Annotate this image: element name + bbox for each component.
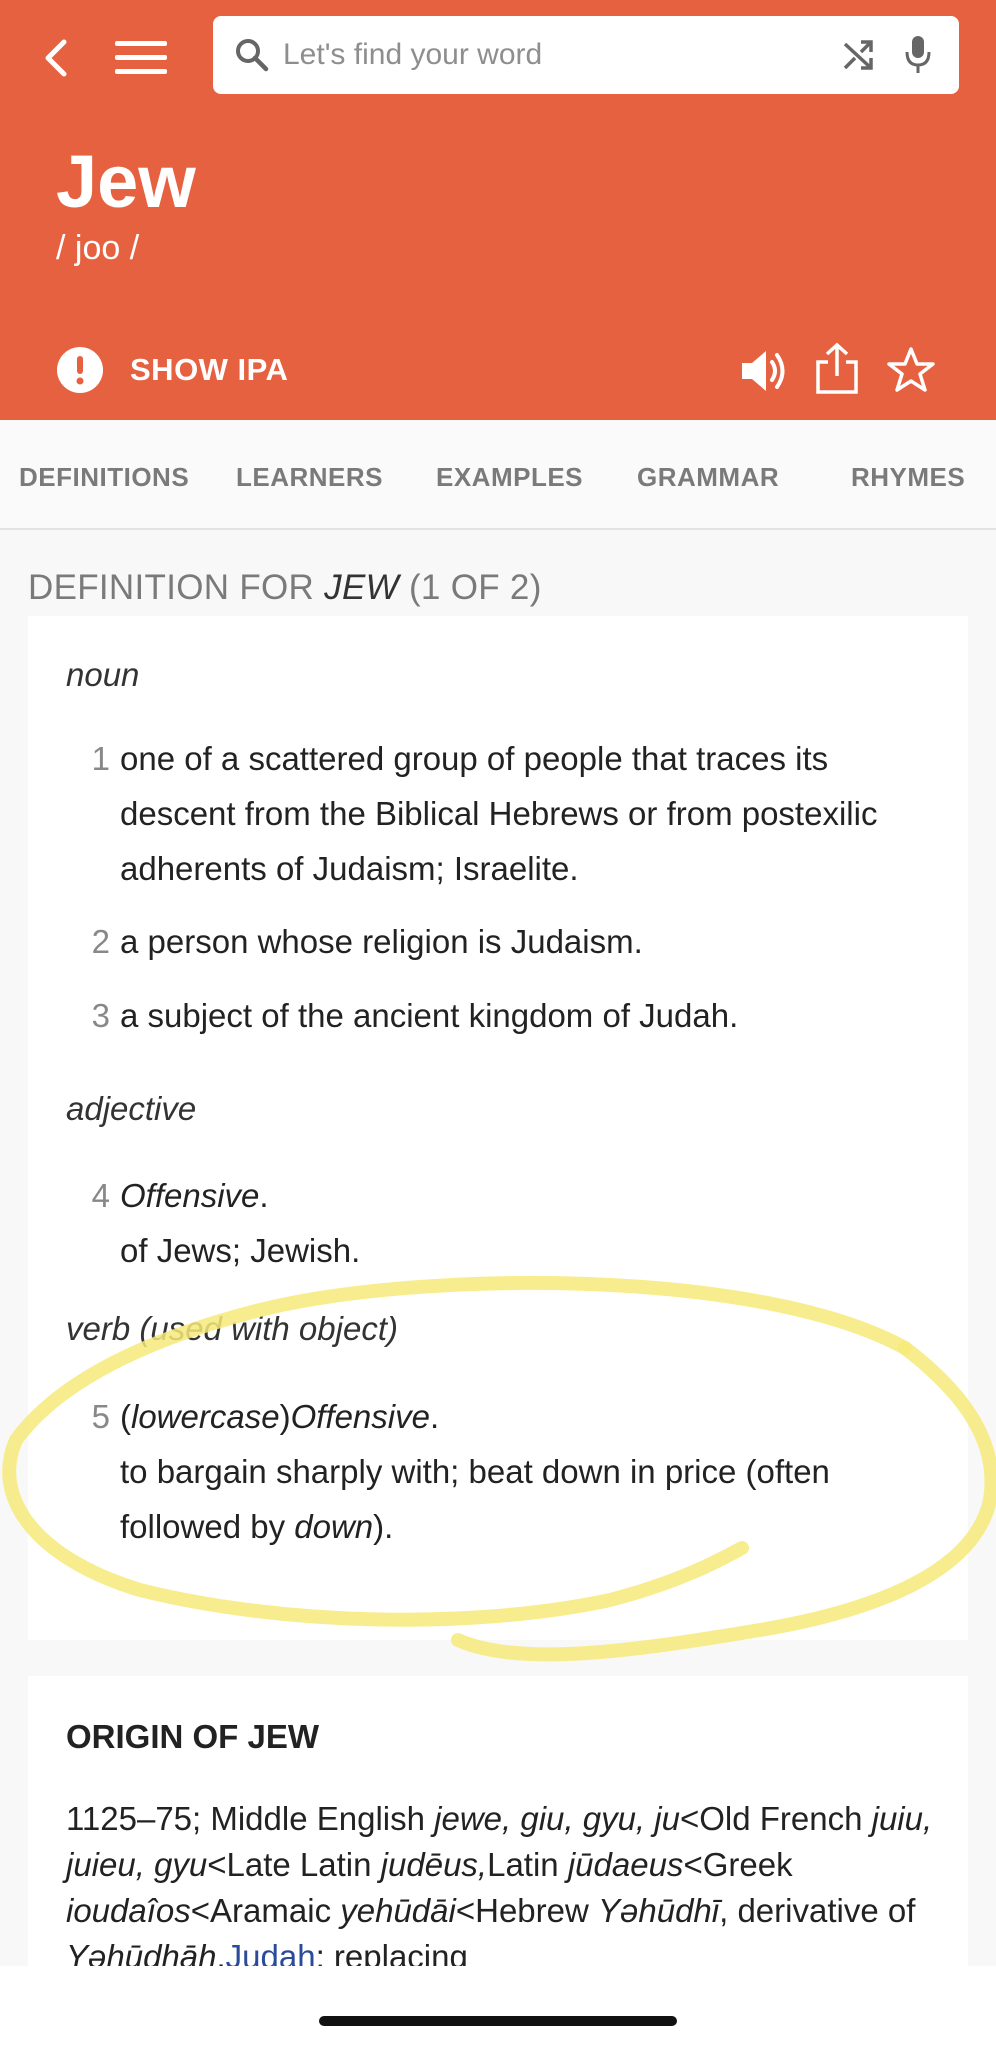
origin-segment: <Hebrew (455, 1892, 598, 1929)
heading-suffix: (1 OF 2) (398, 568, 542, 607)
origin-card: ORIGIN OF JEW 1125–75; Middle English je… (28, 1676, 968, 1976)
menu-icon[interactable] (113, 38, 169, 78)
show-ipa-label: SHOW IPA (130, 352, 289, 387)
search-input[interactable] (283, 30, 803, 80)
origin-segment: <Greek (683, 1846, 793, 1883)
definition-label: Offensive (120, 1177, 260, 1214)
origin-segment: <Aramaic (190, 1892, 341, 1929)
definition-period: . (429, 1398, 440, 1435)
origin-etymon: jūdaeus (567, 1846, 684, 1883)
definition-heading: DEFINITION FOR JEW (1 OF 2) (28, 568, 542, 608)
definition-number: 3 (91, 997, 110, 1034)
definition-body: to bargain sharply with; beat down in pr… (120, 1453, 830, 1545)
definition-text: a person whose religion is Judaism. (120, 923, 643, 960)
definition-text: a subject of the ancient kingdom of Juda… (120, 997, 739, 1034)
tab-examples[interactable]: EXAMPLES (436, 462, 583, 493)
pos-verb: verb (used with object) (66, 1310, 398, 1347)
origin-etymon: Yəhūdhī (598, 1892, 720, 1929)
tab-learners[interactable]: LEARNERS (236, 462, 383, 493)
origin-segment: <Late Latin (207, 1846, 381, 1883)
bottom-bar (0, 1966, 996, 2048)
pronunciation: / joo / (56, 229, 140, 267)
definition-card: noun 1 one of a scattered group of peopl… (28, 616, 968, 1640)
origin-etymon: ioudaîos (66, 1892, 191, 1929)
origin-title: ORIGIN OF JEW (66, 1718, 320, 1755)
heading-prefix: DEFINITION FOR (28, 568, 325, 607)
definition-number: 4 (91, 1177, 110, 1214)
definition-qualifier: lowercase (131, 1398, 280, 1435)
tab-grammar[interactable]: GRAMMAR (637, 462, 779, 493)
origin-etymon: jewe, giu, gyu, ju (434, 1800, 680, 1837)
header-bar: Jew / joo / SHOW IPA (0, 0, 996, 420)
search-icon (236, 39, 269, 72)
definition-text: Offensive. of Jews; Jewish. (120, 1168, 940, 1278)
definition-number: 1 (91, 740, 110, 777)
definition-paren: ) (279, 1398, 291, 1435)
word-title: Jew (56, 140, 196, 223)
star-icon[interactable] (886, 346, 936, 394)
back-icon[interactable] (38, 36, 74, 80)
origin-etymon: yehūdāi (340, 1892, 456, 1929)
home-indicator[interactable] (319, 2016, 677, 2026)
origin-segment: <Old French (679, 1800, 872, 1837)
pos-noun: noun (66, 656, 140, 693)
definition-number: 2 (91, 923, 110, 960)
tab-rhymes[interactable]: RHYMES (851, 462, 965, 493)
mic-icon[interactable] (903, 34, 933, 76)
info-icon (57, 347, 103, 393)
definition-body-italic: down (294, 1508, 374, 1545)
definition-body: ). (373, 1508, 394, 1545)
definition-number: 5 (91, 1398, 110, 1435)
share-icon[interactable] (814, 342, 860, 394)
tab-bar: DEFINITIONS LEARNERS EXAMPLES GRAMMAR RH… (0, 420, 996, 530)
tab-definitions[interactable]: DEFINITIONS (19, 462, 189, 493)
definition-label: Offensive (290, 1398, 430, 1435)
shuffle-icon[interactable] (841, 36, 879, 74)
search-bar (213, 16, 959, 94)
definition-body: of Jews; Jewish. (120, 1232, 361, 1269)
origin-segment: Latin (487, 1846, 568, 1883)
speaker-icon[interactable] (740, 348, 788, 394)
origin-segment: , derivative of (719, 1892, 916, 1929)
definition-period: . (259, 1177, 269, 1214)
pos-adjective: adjective (66, 1090, 197, 1127)
origin-segment: 1125–75; Middle English (66, 1800, 435, 1837)
definition-text: one of a scattered group of people that … (120, 740, 878, 887)
definition-paren: ( (120, 1398, 131, 1435)
origin-text: 1125–75; Middle English jewe, giu, gyu, … (66, 1796, 946, 1976)
definition-text: (lowercase)Offensive. to bargain sharply… (120, 1389, 940, 1554)
heading-word: JEW (324, 568, 399, 607)
show-ipa-button[interactable]: SHOW IPA (56, 344, 288, 396)
origin-etymon: judēus, (380, 1846, 488, 1883)
